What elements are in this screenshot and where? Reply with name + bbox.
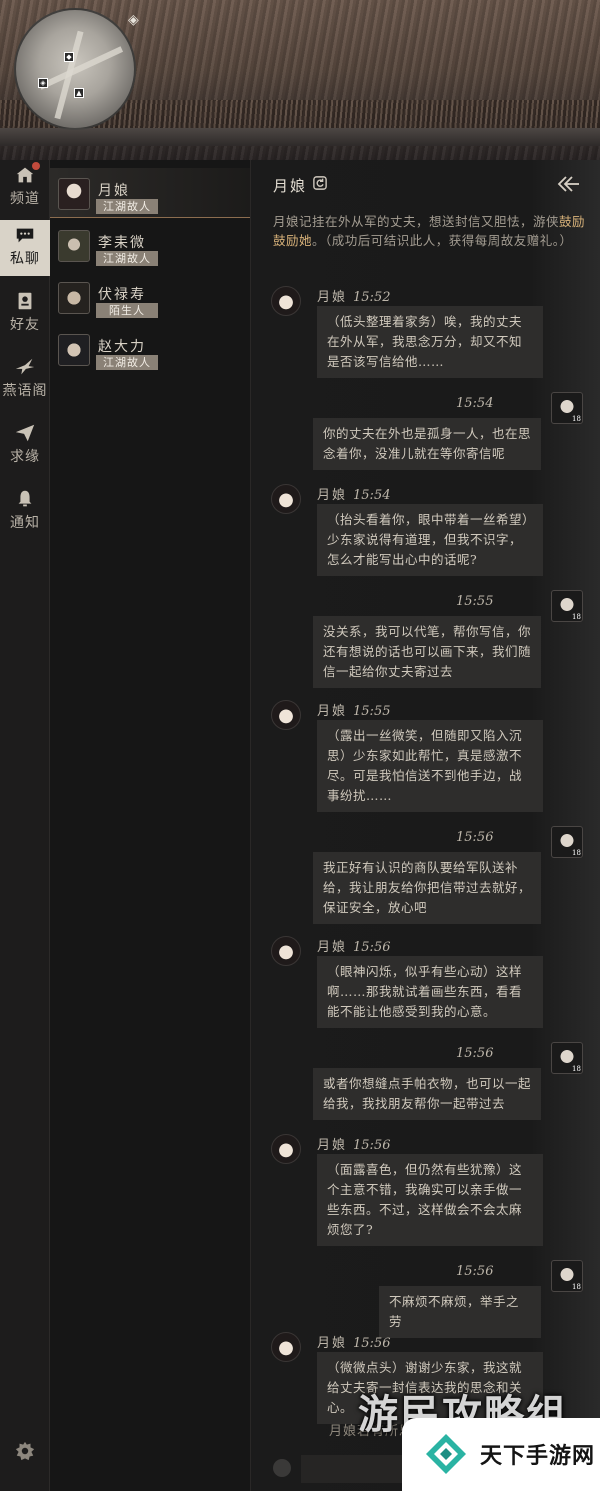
relation-tag: 陌生人 [96,303,158,318]
message-time: 15:56 [353,1336,391,1351]
contact-item[interactable]: 赵大力 江湖故人 [50,324,250,374]
message-bubble: 或者你想缝点手帕衣物，也可以一起给我，我找朋友帮你一起带过去 [313,1068,541,1120]
message-bubble: （抬头看着你，眼中带着一丝希望）少东家说得有道理，但我不识字，怎么才能写出心中的… [317,504,543,576]
gear-icon[interactable] [14,1440,36,1462]
notification-dot [32,162,40,170]
friend-card-icon [18,292,32,310]
message-time: 15:56 [456,1264,494,1279]
voice-icon[interactable] [273,1459,291,1477]
map-pin-icon[interactable]: ◈ [38,78,48,88]
message-time: 15:55 [456,594,494,609]
level-badge: 18 [572,849,581,857]
message-bubble: （低头整理着家务）唉，我的丈夫在外从军，我思念万分，却又不知是否该写信给他…… [317,306,543,378]
sender-name: 月娘 [317,290,348,305]
contact-name: 月娘 [98,183,130,199]
contact-name: 伏禄寿 [98,287,146,303]
level-badge: 18 [572,613,581,621]
sender-name: 月娘 [317,1138,348,1153]
nav-channel[interactable]: 频道 [0,160,50,216]
contact-list: 月娘 江湖故人 李耒微 江湖故人 伏禄寿 陌生人 赵大力 江湖故人 [50,160,250,1491]
diamond-logo-icon [426,1434,466,1474]
contact-item[interactable]: 伏禄寿 陌生人 [50,272,250,322]
chat-icon [16,228,34,243]
avatar [271,1134,301,1164]
channel-sidebar: 频道 私聊 好友 燕语阁 求缘 通知 [0,160,50,1491]
message-bubble: 我正好有认识的商队要给军队送补给，我让朋友给你把信带过去就好，保证安全，放心吧 [313,852,541,924]
message-bubble: （眼神闪烁，似乎有些心动）这样啊……那我就试着画些东西，看看能不能让他感受到我的… [317,956,543,1028]
level-badge: 18 [572,1065,581,1073]
message-bubble: 不麻烦不麻烦，举手之劳 [379,1286,541,1338]
message-time: 15:54 [353,488,391,503]
message-time: 15:55 [353,704,391,719]
contact-name: 李耒微 [98,235,146,251]
map-pin-icon[interactable]: ◆ [64,52,74,62]
message-bubble: （面露喜色，但仍然有些犹豫）这个主意不错，我确实可以亲手做一些东西。不过，这样做… [317,1154,543,1246]
avatar [271,484,301,514]
nav-notice[interactable]: 通知 [0,484,50,540]
contact-item[interactable]: 月娘 江湖故人 [50,168,250,218]
scene-background: ◆ ◈ ▲ ◈ [0,0,600,160]
task-reward-text: 。（成功后可结识此人，获得每周故友赠礼。） [312,233,573,248]
chat-header: 月娘 [251,160,600,208]
message-time: 15:56 [353,940,391,955]
nav-yanyuge[interactable]: 燕语阁 [0,352,50,408]
nav-notice-label: 通知 [10,515,40,531]
nav-channel-label: 频道 [10,191,40,207]
minimap[interactable]: ◆ ◈ ▲ [14,8,136,130]
avatar [271,286,301,316]
chat-panel: 月娘 月娘记挂在外从军的丈夫，想送封信又胆怯，游侠鼓励鼓励她。（成功后可结识此人… [250,160,600,1491]
map-waypoint-icon[interactable]: ◈ [128,12,139,28]
paper-plane-icon [15,424,35,442]
sender-name: 月娘 [317,704,348,719]
nav-yanyuge-label: 燕语阁 [2,383,48,399]
level-badge: 18 [572,415,581,423]
relation-tag: 江湖故人 [96,251,158,266]
refresh-icon[interactable] [313,176,327,190]
roof-beam [0,128,600,146]
task-text: 月娘记挂在外从军的丈夫，想送封信又胆怯，游侠 [273,214,560,229]
nav-private-chat-label: 私聊 [10,251,40,267]
avatar [58,230,90,262]
chat-title: 月娘 [273,177,308,195]
watermark-badge: 天下手游网 [402,1418,600,1491]
relation-tag: 江湖故人 [96,199,158,214]
watermark-brand: 天下手游网 [480,1444,596,1469]
task-description: 月娘记挂在外从军的丈夫，想送封信又胆怯，游侠鼓励鼓励她。（成功后可结识此人，获得… [273,212,591,250]
message-time: 15:56 [456,830,494,845]
nav-qiuyuan-label: 求缘 [10,449,40,465]
nav-private-chat[interactable]: 私聊 [0,220,50,276]
map-pin-icon[interactable]: ▲ [74,88,84,98]
message-time: 15:56 [456,1046,494,1061]
message-time: 15:54 [456,396,494,411]
sender-name: 月娘 [317,1336,348,1351]
bell-icon [18,490,32,507]
avatar [58,334,90,366]
message-bubble: 你的丈夫在外也是孤身一人，也在思念着你，没准儿就在等你寄信呢 [313,418,541,470]
relation-tag: 江湖故人 [96,355,158,370]
avatar [271,936,301,966]
message-bubble: 没关系，我可以代笔，帮你写信，你还有想说的话也可以画下来，我们随信一起给你丈夫寄… [313,616,541,688]
avatar [271,700,301,730]
sender-name: 月娘 [317,488,348,503]
nav-friends[interactable]: 好友 [0,286,50,342]
swallow-icon [15,358,35,375]
sender-name: 月娘 [317,940,348,955]
avatar [58,178,90,210]
message-bubble: （露出一丝微笑，但随即又陷入沉思）少东家如此帮忙，真是感激不尽。可是我怕信送不到… [317,720,543,812]
level-badge: 18 [572,1283,581,1291]
avatar [58,282,90,314]
message-time: 15:56 [353,1138,391,1153]
contact-name: 赵大力 [98,339,146,355]
contact-item[interactable]: 李耒微 江湖故人 [50,220,250,270]
nav-friends-label: 好友 [10,317,40,333]
avatar [271,1332,301,1362]
nav-qiuyuan[interactable]: 求缘 [0,418,50,474]
message-time: 15:52 [353,290,391,305]
collapse-arrow-icon[interactable] [555,174,581,194]
